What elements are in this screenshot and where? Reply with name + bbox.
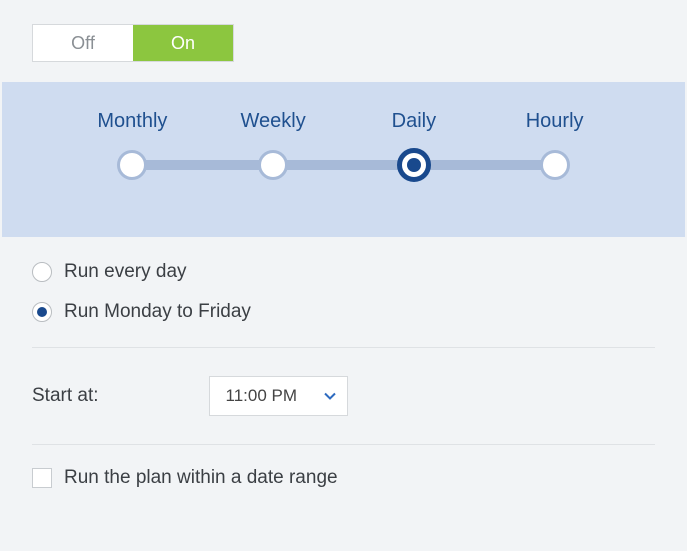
frequency-option-monthly[interactable]: Monthly bbox=[62, 110, 203, 133]
schedule-toggle-group: Off On bbox=[2, 24, 685, 82]
frequency-dot-hourly[interactable] bbox=[540, 150, 570, 180]
frequency-option-hourly[interactable]: Hourly bbox=[484, 110, 625, 133]
frequency-track bbox=[62, 147, 625, 183]
frequency-option-daily[interactable]: Daily bbox=[344, 110, 485, 133]
date-range-label: Run the plan within a date range bbox=[64, 467, 338, 489]
frequency-dot-weekly[interactable] bbox=[258, 150, 288, 180]
run-every-day-label: Run every day bbox=[64, 261, 187, 283]
run-every-day-radio[interactable]: Run every day bbox=[32, 261, 655, 283]
checkbox-icon bbox=[32, 468, 52, 488]
start-time-value: 11:00 PM bbox=[210, 386, 314, 406]
start-time-select[interactable]: 11:00 PM bbox=[209, 376, 349, 416]
run-weekdays-radio[interactable]: Run Monday to Friday bbox=[32, 301, 655, 323]
radio-icon bbox=[32, 302, 52, 322]
run-mode-section: Run every day Run Monday to Friday bbox=[2, 237, 685, 347]
frequency-option-weekly[interactable]: Weekly bbox=[203, 110, 344, 133]
radio-icon bbox=[32, 262, 52, 282]
frequency-dot-daily[interactable] bbox=[397, 148, 431, 182]
frequency-panel: Monthly Weekly Daily Hourly bbox=[2, 82, 685, 237]
start-time-row: Start at: 11:00 PM bbox=[2, 348, 685, 444]
start-at-label: Start at: bbox=[32, 385, 99, 407]
toggle-off-button[interactable]: Off bbox=[33, 25, 133, 61]
chevron-down-icon bbox=[313, 390, 347, 402]
date-range-checkbox-row[interactable]: Run the plan within a date range bbox=[2, 445, 685, 511]
frequency-dot-monthly[interactable] bbox=[117, 150, 147, 180]
run-weekdays-label: Run Monday to Friday bbox=[64, 301, 251, 323]
toggle-on-button[interactable]: On bbox=[133, 25, 233, 61]
